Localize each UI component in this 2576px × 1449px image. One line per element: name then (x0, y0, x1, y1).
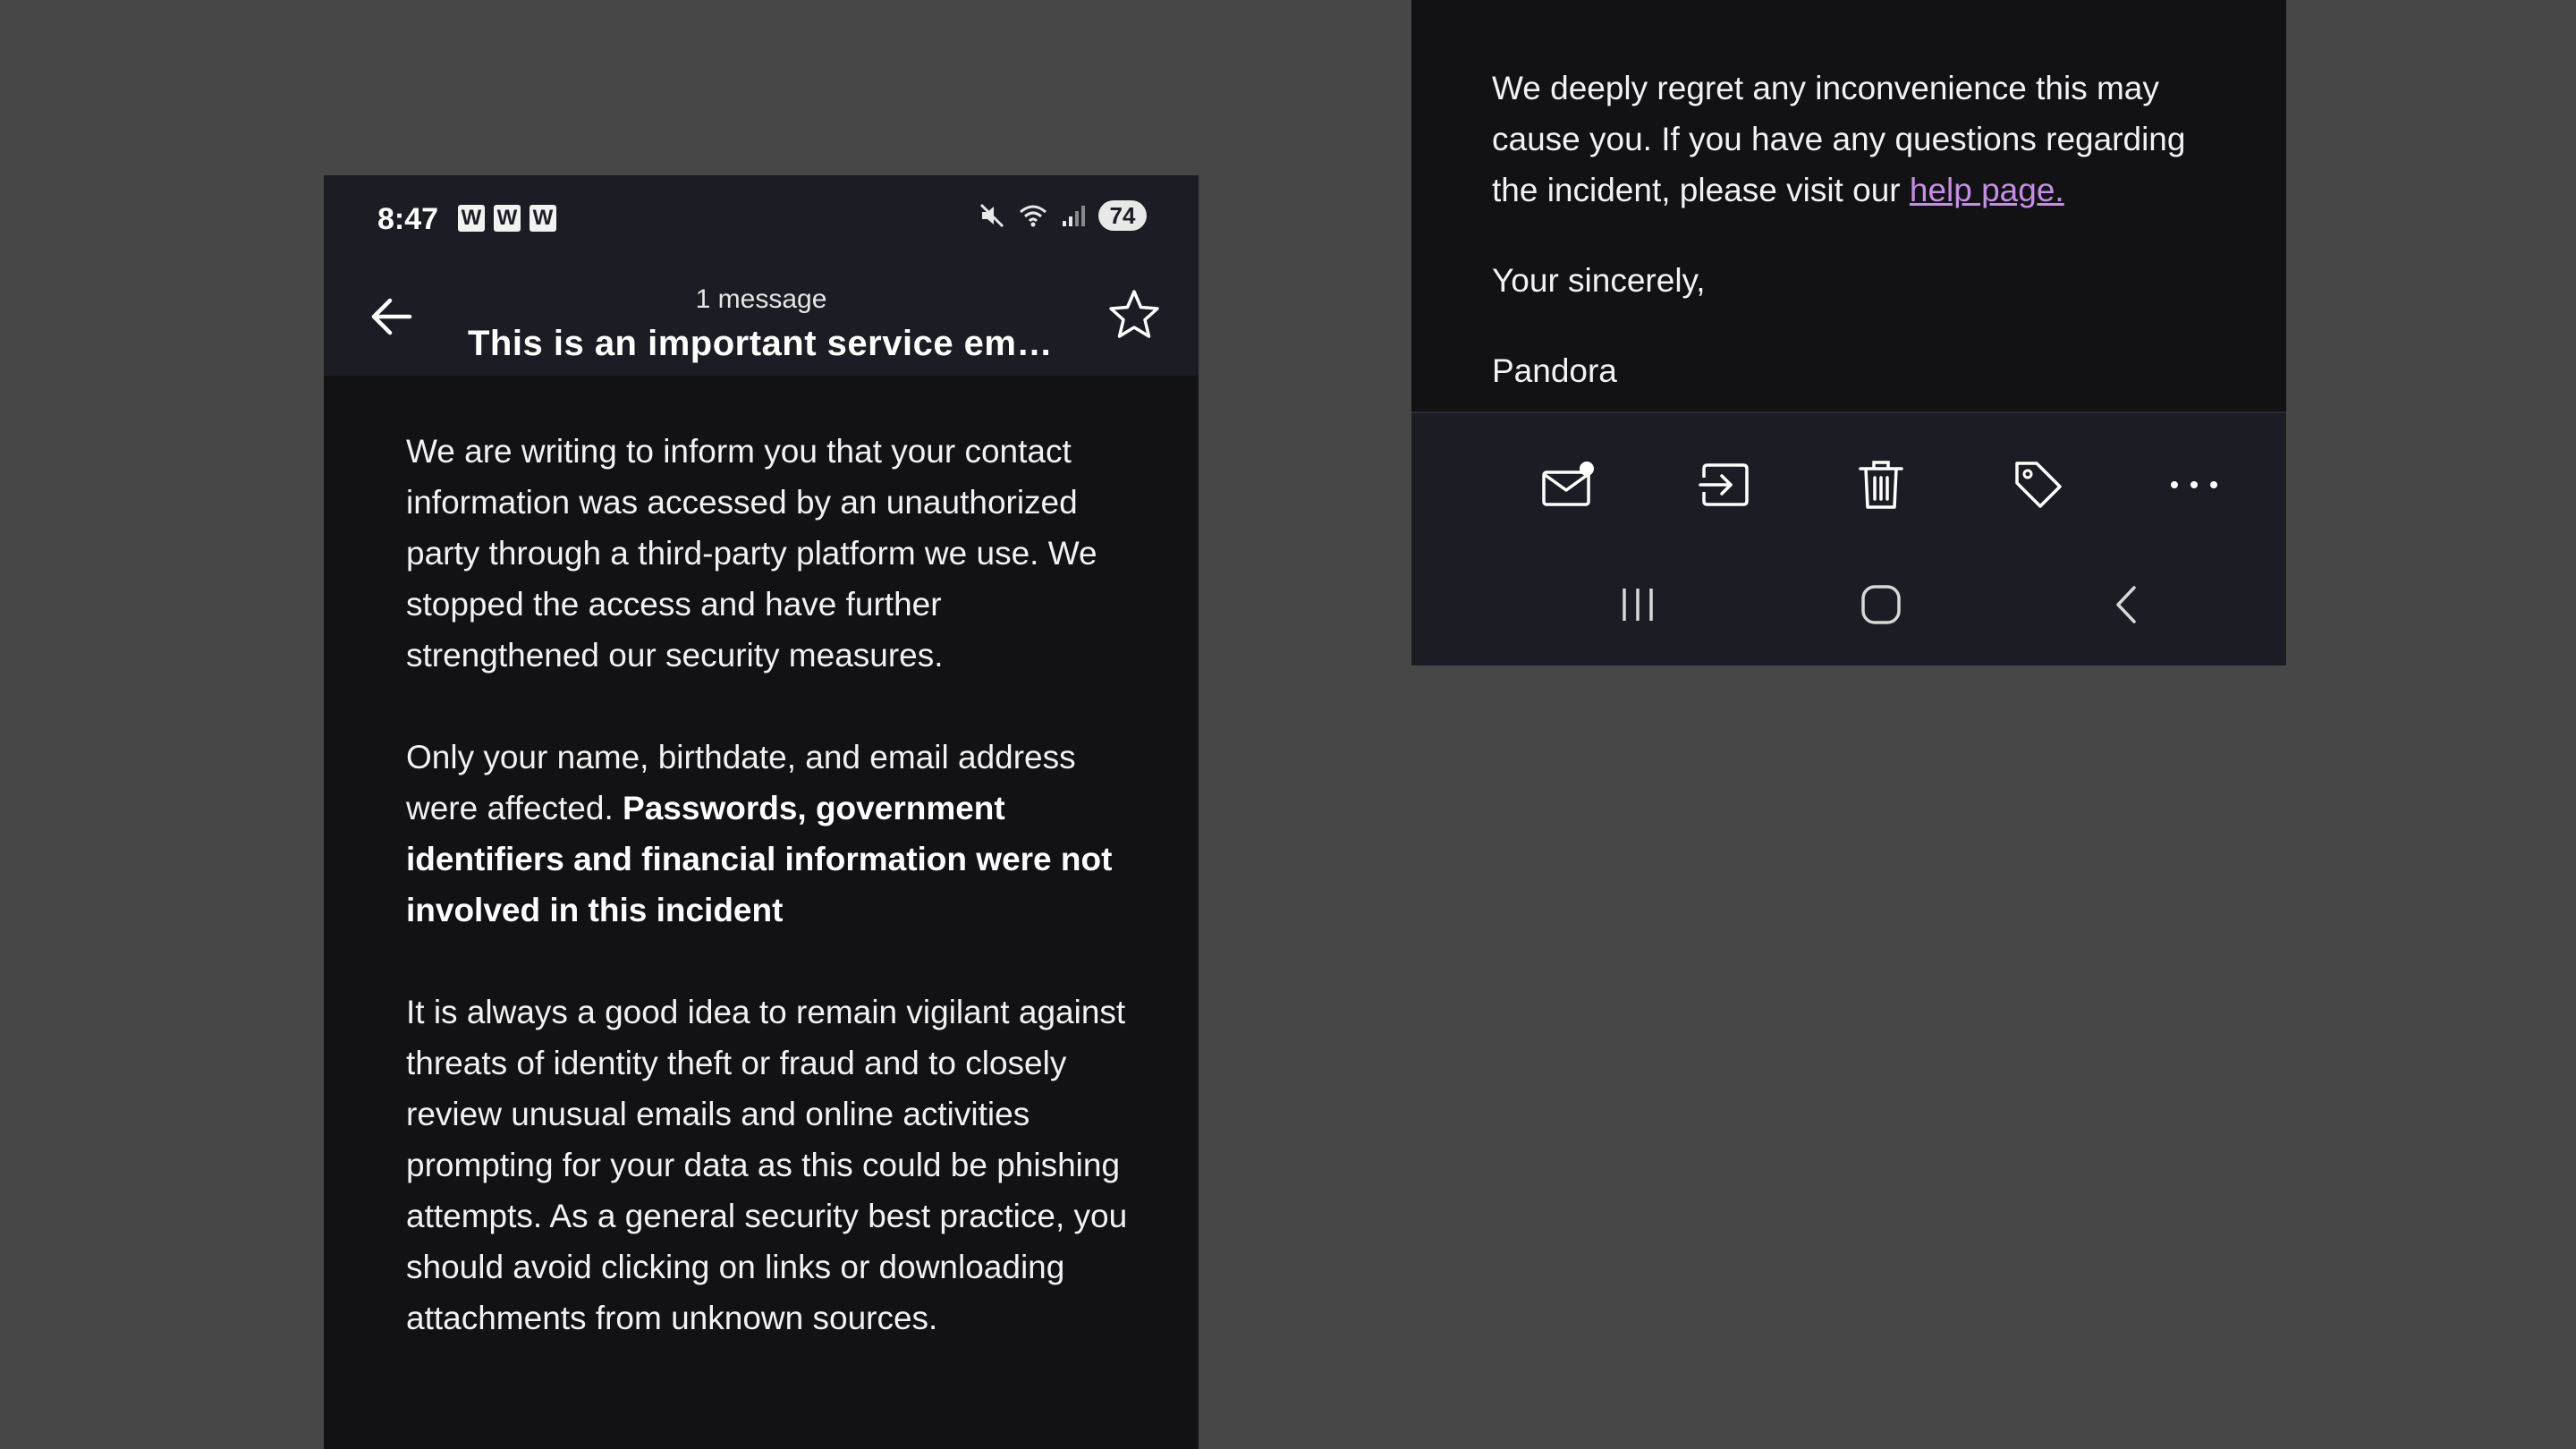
mark-unread-icon (1542, 462, 1594, 506)
star-button[interactable] (1106, 286, 1163, 343)
battery-indicator: 74 (1098, 200, 1147, 231)
body-paragraph: Only your name, birthdate, and email add… (406, 732, 1140, 936)
label-button[interactable] (2006, 453, 2071, 517)
recent-apps-button[interactable] (1606, 572, 1670, 637)
star-icon (1109, 290, 1159, 338)
delete-button[interactable] (1849, 453, 1913, 517)
move-to-folder-icon (1699, 463, 1749, 506)
trash-icon (1859, 461, 1903, 509)
email-reader-screen-left: 8:47 W W W 74 1 message This is an impor… (324, 175, 1199, 1449)
email-app-bar: 1 message This is an important service e… (324, 259, 1199, 376)
mark-unread-button[interactable] (1537, 453, 1601, 517)
wifi-icon (1020, 205, 1046, 227)
email-action-toolbar (1411, 411, 2286, 665)
notification-w-icon: W (530, 205, 556, 232)
nav-back-icon (2116, 586, 2136, 623)
message-count: 1 message (695, 284, 827, 314)
closing-text: Your sincerely, (1492, 262, 1706, 299)
mute-icon (979, 203, 1004, 228)
system-icons: 74 (979, 200, 1147, 231)
notification-w-icon: W (458, 205, 485, 232)
nav-back-button[interactable] (2095, 572, 2159, 637)
recent-apps-icon (1623, 589, 1653, 621)
body-paragraph: It is always a good idea to remain vigil… (406, 994, 1128, 1336)
signal-icon (1063, 206, 1085, 226)
email-body-end: We deeply regret any inconvenience this … (1492, 63, 2225, 436)
more-options-button[interactable] (2162, 453, 2226, 517)
body-paragraph: We are writing to inform you that your c… (406, 433, 1097, 674)
signature-text: Pandora (1492, 352, 1617, 389)
email-reader-screen-right: We deeply regret any inconvenience this … (1411, 0, 2286, 665)
notification-icons: W W W (458, 205, 556, 232)
body-text: We deeply regret any inconvenience this … (1492, 70, 2186, 208)
move-button[interactable] (1693, 453, 1758, 517)
label-tag-icon (2015, 462, 2062, 508)
status-time: 8:47 (377, 202, 439, 236)
status-bar: 8:47 W W W 74 (324, 175, 1199, 259)
home-icon (1861, 585, 1901, 624)
help-page-link[interactable]: help page. (1910, 172, 2064, 208)
more-options-icon (2171, 481, 2217, 488)
notification-w-icon: W (494, 205, 521, 232)
home-button[interactable] (1849, 572, 1913, 637)
email-subject: This is an important service em… (468, 324, 1053, 363)
body-paragraph: We deeply regret any inconvenience this … (1492, 63, 2225, 216)
email-body: We are writing to inform you that your c… (406, 426, 1140, 1394)
